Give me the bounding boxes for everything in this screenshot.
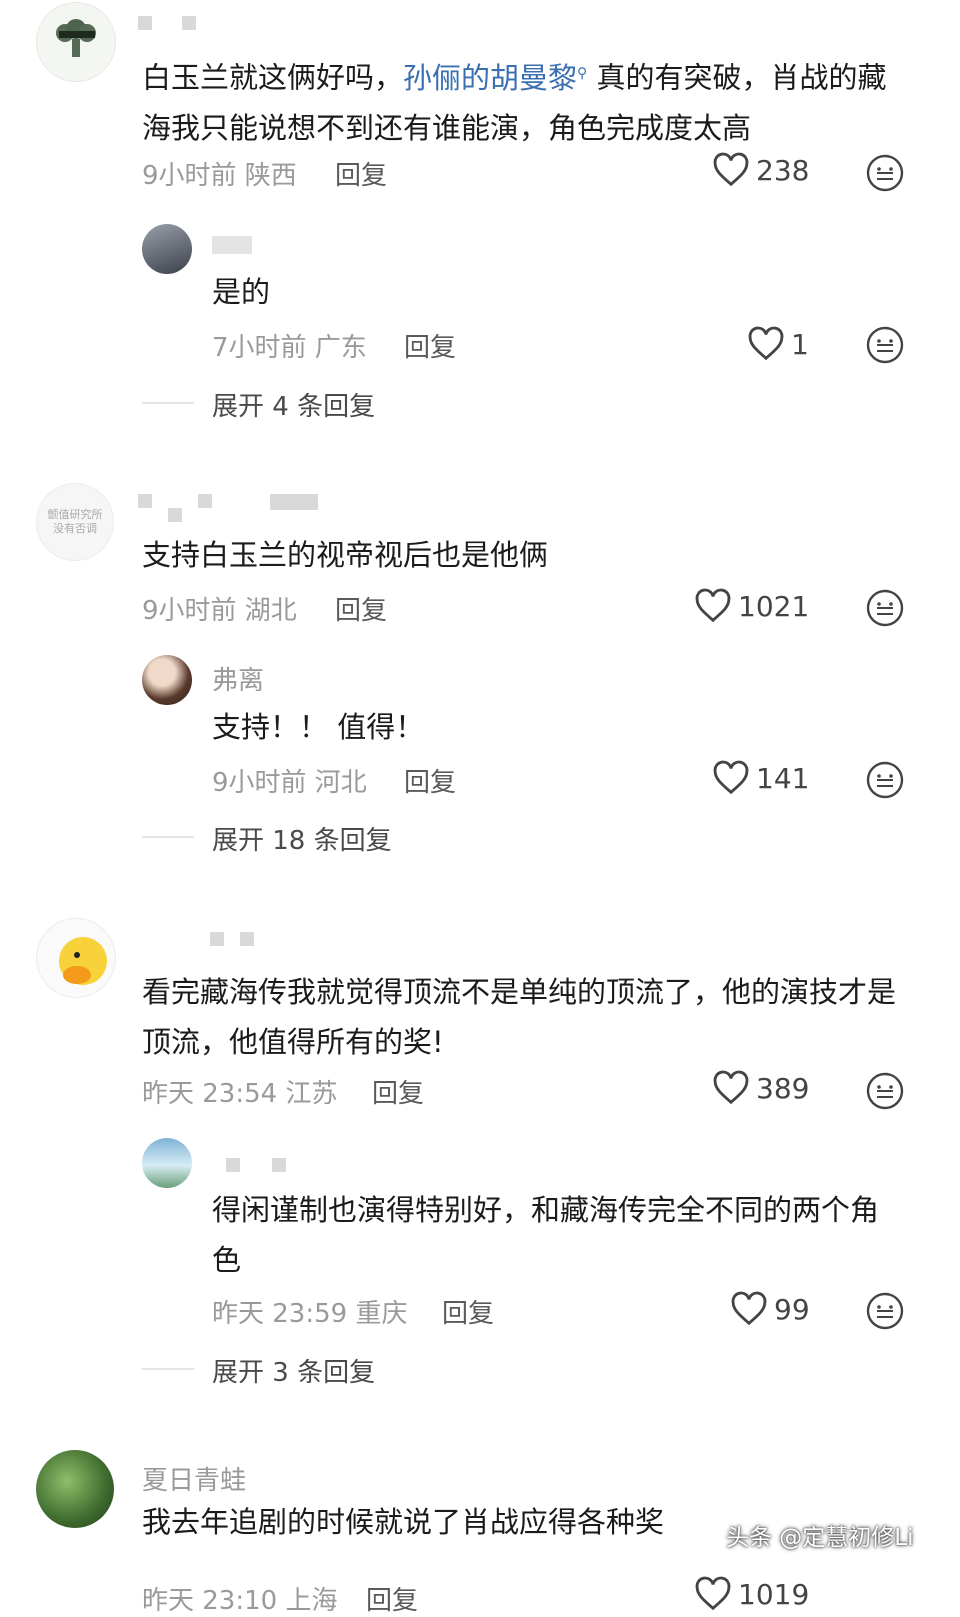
meh-face-icon <box>866 1292 904 1330</box>
username-blurred <box>138 16 152 30</box>
reply-button[interactable]: 回复 <box>404 327 456 364</box>
heart-icon <box>695 1576 731 1611</box>
divider <box>142 1368 194 1370</box>
avatar[interactable] <box>36 918 116 998</box>
like-button[interactable]: 1 <box>747 326 809 362</box>
username-blurred <box>226 1158 240 1172</box>
avatar[interactable]: 颤值研究所 没有否调 <box>36 483 114 561</box>
username-blurred <box>182 16 196 30</box>
reply-text: 是的 <box>212 275 271 309</box>
duck-avatar-icon <box>59 937 107 985</box>
comment-meta: 昨天 23:54 江苏 <box>142 1079 338 1109</box>
username-blurred <box>212 236 252 254</box>
username-blurred <box>198 494 212 508</box>
comment-meta: 9小时前 湖北 <box>142 596 297 626</box>
search-icon: ⚲ <box>577 65 588 81</box>
broccoli-avatar-icon <box>56 19 96 57</box>
like-button[interactable]: 141 <box>712 760 809 796</box>
heart-icon <box>713 152 749 187</box>
reply-text: 得闲谨制也演得特别好，和藏海传完全不同的两个角色 <box>212 1193 880 1277</box>
comment-text: 支持白玉兰的视帝视后也是他俩 <box>142 538 549 572</box>
meh-face-icon <box>866 761 904 799</box>
dislike-button[interactable] <box>865 760 905 804</box>
like-count: 238 <box>756 153 810 187</box>
dislike-button[interactable] <box>865 1291 905 1335</box>
reply-button[interactable]: 回复 <box>335 155 387 192</box>
username-blurred <box>270 494 318 510</box>
meh-face-icon <box>866 154 904 192</box>
heart-icon <box>713 1070 749 1105</box>
dislike-button[interactable] <box>865 153 905 197</box>
dislike-button[interactable] <box>865 588 905 632</box>
reply-meta: 昨天 23:59 重庆 <box>212 1299 408 1329</box>
like-button[interactable]: 238 <box>712 152 809 188</box>
heart-icon <box>695 588 731 623</box>
username-blurred <box>168 508 182 522</box>
avatar[interactable] <box>36 2 116 82</box>
divider <box>142 836 194 838</box>
like-button[interactable]: 389 <box>712 1070 809 1106</box>
divider <box>142 402 194 404</box>
like-count: 1021 <box>738 589 810 623</box>
heart-icon <box>731 1291 767 1326</box>
comment-text: 我去年追剧的时候就说了肖战应得各种奖 <box>142 1505 665 1539</box>
comment-meta: 9小时前 陕西 <box>142 161 297 191</box>
meh-face-icon <box>866 326 904 364</box>
reply-button[interactable]: 回复 <box>366 1580 418 1617</box>
watermark: 头条 @定慧初修Li <box>726 1525 914 1551</box>
reply-meta: 7小时前 广东 <box>212 333 367 363</box>
comment-text: 白玉兰就这俩好吗，孙俪的胡曼黎⚲ 真的有突破，肖战的藏海我只能说想不到还有谁能演… <box>142 60 887 145</box>
like-count: 1019 <box>738 1577 810 1611</box>
username-blurred <box>240 932 254 946</box>
comment-text: 看完藏海传我就觉得顶流不是单纯的顶流了，他的演技才是顶流，他值得所有的奖! <box>142 975 897 1059</box>
reply-meta: 9小时前 河北 <box>212 768 367 798</box>
expand-replies-button[interactable]: 展开 4 条回复 <box>212 386 375 423</box>
reply-button[interactable]: 回复 <box>404 762 456 799</box>
like-count: 389 <box>756 1071 810 1105</box>
username-blurred <box>210 932 224 946</box>
avatar-label: 颤值研究所 没有否调 <box>47 508 103 535</box>
like-button[interactable]: 1021 <box>694 588 809 624</box>
avatar[interactable] <box>142 224 192 274</box>
like-button[interactable]: 1019 <box>694 1576 809 1612</box>
expand-replies-button[interactable]: 展开 3 条回复 <box>212 1352 375 1389</box>
like-count: 99 <box>774 1292 810 1326</box>
meh-face-icon <box>866 589 904 627</box>
reply-button[interactable]: 回复 <box>442 1293 494 1330</box>
search-link[interactable]: 孙俪的胡曼黎⚲ <box>403 61 587 95</box>
avatar[interactable] <box>36 1450 114 1528</box>
reply-text: 支持！！ 值得！ <box>212 710 425 744</box>
username-blurred <box>138 494 152 508</box>
reply-button[interactable]: 回复 <box>335 590 387 627</box>
like-button[interactable]: 99 <box>730 1291 810 1327</box>
comment-meta: 昨天 23:10 上海 <box>142 1586 338 1616</box>
reply-username[interactable]: 弗离 <box>212 660 264 697</box>
meh-face-icon <box>866 1072 904 1110</box>
dislike-button[interactable] <box>865 1071 905 1115</box>
avatar[interactable] <box>142 1138 192 1188</box>
heart-icon <box>713 760 749 795</box>
like-count: 141 <box>756 761 810 795</box>
expand-replies-button[interactable]: 展开 18 条回复 <box>212 820 392 857</box>
dislike-button[interactable] <box>865 325 905 369</box>
like-count: 1 <box>791 327 809 361</box>
username[interactable]: 夏日青蛙 <box>142 1460 246 1497</box>
reply-button[interactable]: 回复 <box>372 1073 424 1110</box>
heart-icon <box>748 326 784 361</box>
username-blurred <box>272 1158 286 1172</box>
avatar[interactable] <box>142 655 192 705</box>
